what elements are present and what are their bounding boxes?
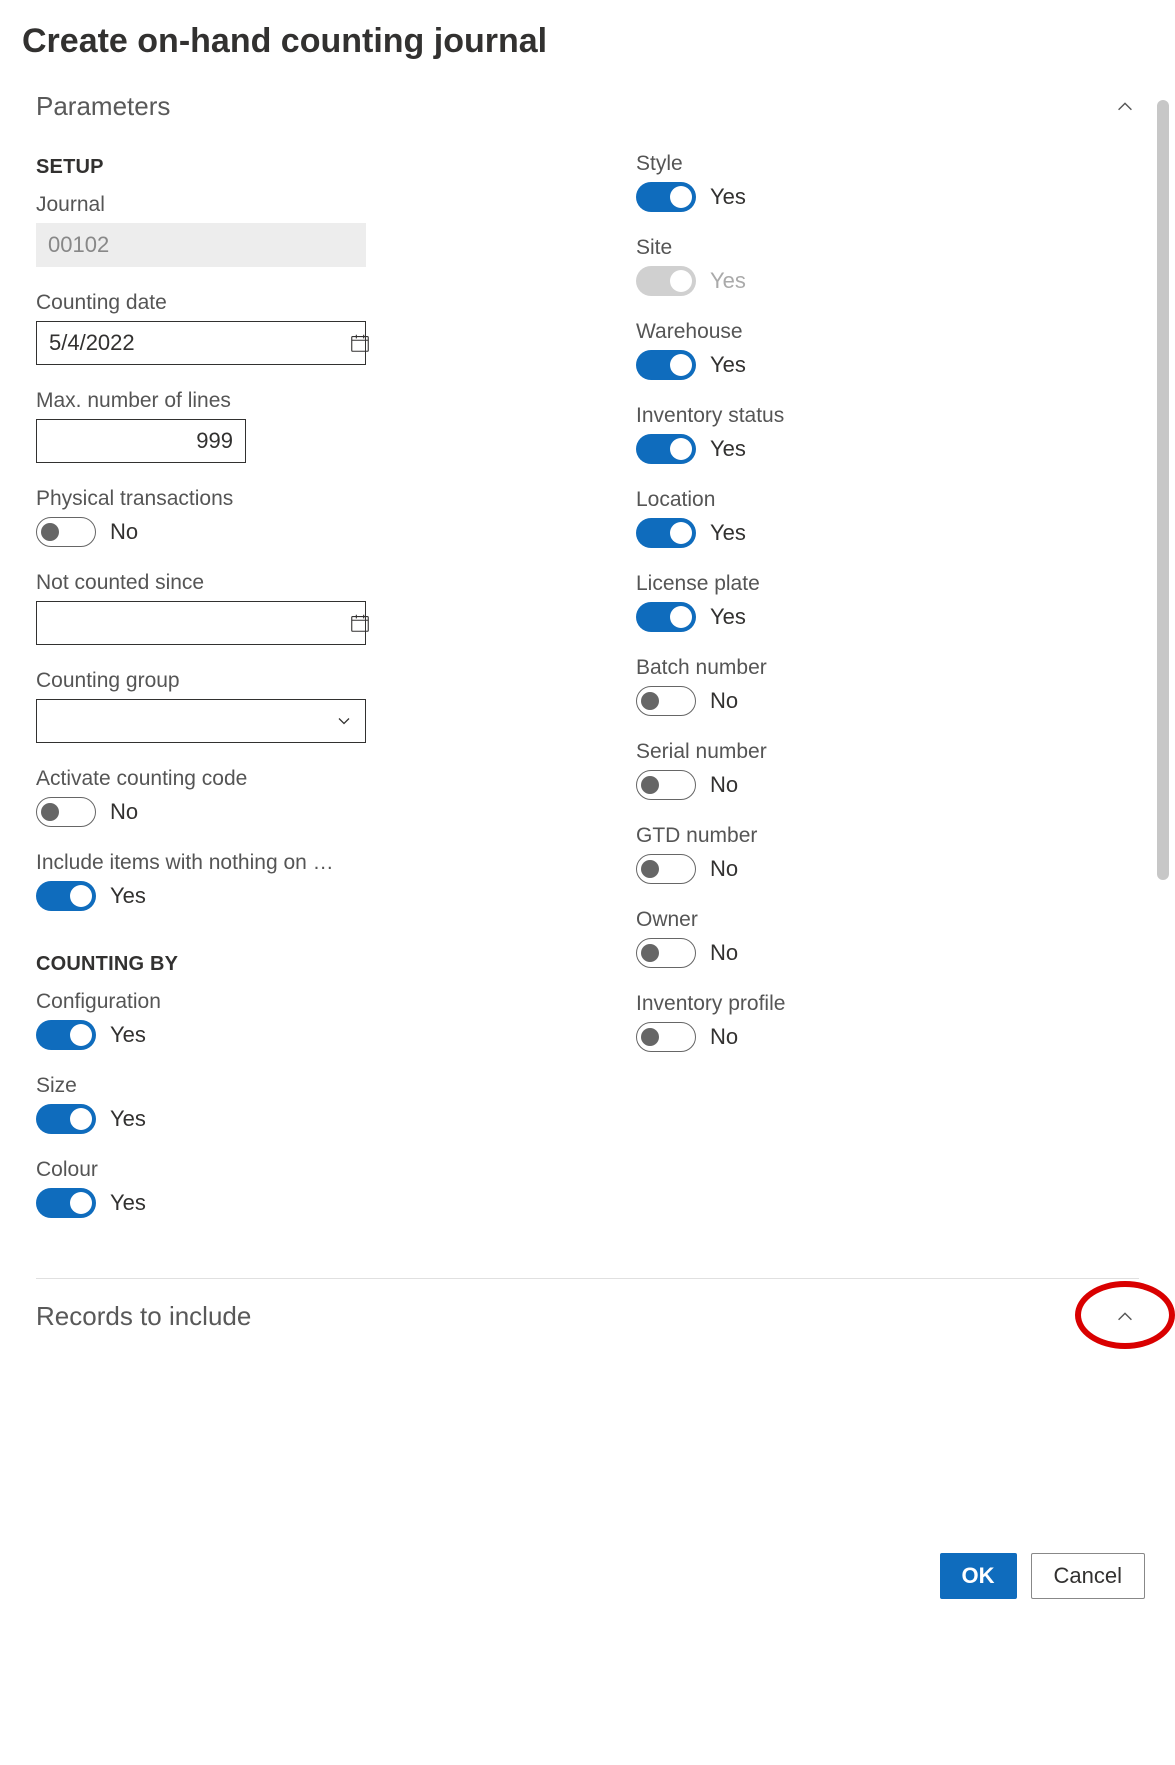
max-lines-value[interactable]: [37, 420, 245, 462]
inventory-profile-toggle[interactable]: [636, 1022, 696, 1052]
physical-transactions-label: Physical transactions: [36, 487, 456, 511]
chevron-down-icon[interactable]: [323, 700, 365, 742]
configuration-label: Configuration: [36, 990, 456, 1014]
calendar-icon[interactable]: [349, 322, 371, 364]
style-value: Yes: [710, 184, 746, 210]
include-zero-toggle[interactable]: [36, 881, 96, 911]
gtd-number-value: No: [710, 856, 738, 882]
records-collapse-icon[interactable]: [1111, 1303, 1139, 1331]
include-zero-value: Yes: [110, 883, 146, 909]
configuration-value: Yes: [110, 1022, 146, 1048]
batch-number-value: No: [710, 688, 738, 714]
configuration-toggle[interactable]: [36, 1020, 96, 1050]
warehouse-toggle[interactable]: [636, 350, 696, 380]
location-label: Location: [636, 488, 1056, 512]
owner-label: Owner: [636, 908, 1056, 932]
calendar-icon[interactable]: [349, 602, 371, 644]
max-lines-input[interactable]: [36, 419, 246, 463]
colour-toggle[interactable]: [36, 1188, 96, 1218]
size-toggle[interactable]: [36, 1104, 96, 1134]
max-lines-label: Max. number of lines: [36, 389, 456, 413]
records-section-title: Records to include: [36, 1301, 251, 1332]
cancel-button[interactable]: Cancel: [1031, 1553, 1145, 1599]
ok-button[interactable]: OK: [940, 1553, 1017, 1599]
counting-date-value[interactable]: [37, 322, 349, 364]
license-plate-value: Yes: [710, 604, 746, 630]
physical-transactions-toggle[interactable]: [36, 517, 96, 547]
physical-transactions-value: No: [110, 519, 138, 545]
colour-label: Colour: [36, 1158, 456, 1182]
site-value: Yes: [710, 268, 746, 294]
location-toggle[interactable]: [636, 518, 696, 548]
warehouse-value: Yes: [710, 352, 746, 378]
counting-date-input[interactable]: [36, 321, 366, 365]
include-zero-label: Include items with nothing on …: [36, 851, 436, 875]
serial-number-label: Serial number: [636, 740, 1056, 764]
activate-counting-code-toggle[interactable]: [36, 797, 96, 827]
serial-number-value: No: [710, 772, 738, 798]
activate-counting-code-value: No: [110, 799, 138, 825]
batch-number-label: Batch number: [636, 656, 1056, 680]
license-plate-toggle[interactable]: [636, 602, 696, 632]
site-toggle: [636, 266, 696, 296]
counting-date-label: Counting date: [36, 291, 456, 315]
counting-group-select[interactable]: [36, 699, 366, 743]
setup-heading: SETUP: [36, 156, 456, 179]
inventory-status-toggle[interactable]: [636, 434, 696, 464]
scrollbar[interactable]: [1157, 100, 1169, 880]
size-label: Size: [36, 1074, 456, 1098]
page-title: Create on-hand counting journal: [0, 0, 1175, 69]
location-value: Yes: [710, 520, 746, 546]
inventory-profile-label: Inventory profile: [636, 992, 1056, 1016]
inventory-status-value: Yes: [710, 436, 746, 462]
journal-input: 00102: [36, 223, 366, 267]
not-counted-since-label: Not counted since: [36, 571, 456, 595]
inventory-profile-value: No: [710, 1024, 738, 1050]
gtd-number-toggle[interactable]: [636, 854, 696, 884]
serial-number-toggle[interactable]: [636, 770, 696, 800]
parameters-section-title: Parameters: [36, 91, 170, 122]
gtd-number-label: GTD number: [636, 824, 1056, 848]
counting-by-heading: COUNTING BY: [36, 953, 456, 976]
colour-value: Yes: [110, 1190, 146, 1216]
site-label: Site: [636, 236, 1056, 260]
style-toggle[interactable]: [636, 182, 696, 212]
owner-toggle[interactable]: [636, 938, 696, 968]
not-counted-since-value[interactable]: [37, 602, 349, 644]
owner-value: No: [710, 940, 738, 966]
parameters-section-header[interactable]: Parameters: [30, 69, 1145, 140]
license-plate-label: License plate: [636, 572, 1056, 596]
parameters-collapse-icon[interactable]: [1111, 93, 1139, 121]
activate-counting-code-label: Activate counting code: [36, 767, 456, 791]
size-value: Yes: [110, 1106, 146, 1132]
records-section-header[interactable]: Records to include: [36, 1278, 1139, 1354]
inventory-status-label: Inventory status: [636, 404, 1056, 428]
counting-group-label: Counting group: [36, 669, 456, 693]
journal-label: Journal: [36, 193, 456, 217]
style-label: Style: [636, 152, 1056, 176]
batch-number-toggle[interactable]: [636, 686, 696, 716]
not-counted-since-input[interactable]: [36, 601, 366, 645]
warehouse-label: Warehouse: [636, 320, 1056, 344]
